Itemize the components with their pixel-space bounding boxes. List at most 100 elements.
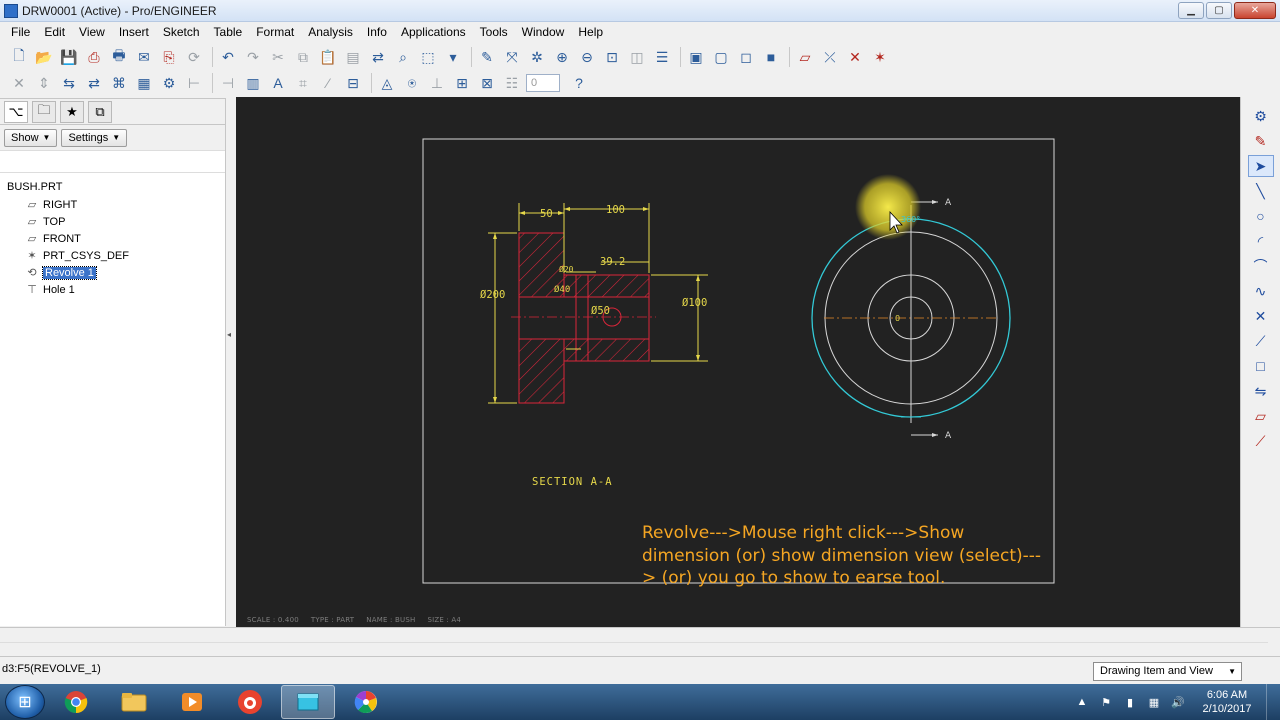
menu-help[interactable]: Help xyxy=(571,25,610,39)
find-icon[interactable]: ⌕ xyxy=(392,46,414,68)
view-number-field[interactable]: 0 xyxy=(526,74,560,92)
maximize-button[interactable]: ▢ xyxy=(1206,2,1232,19)
repaint-icon[interactable]: ✎ xyxy=(476,46,498,68)
datum-points-icon[interactable]: ✕ xyxy=(844,46,866,68)
undo-icon[interactable]: ↶ xyxy=(217,46,239,68)
table-insert-icon[interactable]: ⊞ xyxy=(451,72,473,94)
note-icon[interactable]: A xyxy=(267,72,289,94)
no-hidden-icon[interactable]: ◻ xyxy=(735,46,757,68)
point-tool-icon[interactable]: ✕ xyxy=(1248,305,1274,327)
menu-info[interactable]: Info xyxy=(360,25,394,39)
close-button[interactable]: ✕ xyxy=(1234,2,1276,19)
recorder-taskbar-icon[interactable] xyxy=(223,685,277,719)
datum-planes-icon[interactable]: ▱ xyxy=(794,46,816,68)
hidden-line-icon[interactable]: ▢ xyxy=(710,46,732,68)
side-view[interactable]: A A 0 xyxy=(811,198,1011,441)
new-icon[interactable]: 🗋 xyxy=(8,46,30,68)
section-view[interactable]: 50 100 39.2 Ø200 Ø100 Ø50 Ø40 Ø20 SECTIO… xyxy=(480,203,708,488)
media-player-taskbar-icon[interactable] xyxy=(165,685,219,719)
sketcher-settings-icon[interactable]: ⚙ xyxy=(1248,105,1274,127)
symbol-icon[interactable]: ⍟ xyxy=(401,72,423,94)
tree-item-revolve[interactable]: ⟲ Revolve 1 xyxy=(0,264,225,281)
table-icon[interactable]: ▦ xyxy=(133,72,155,94)
view-properties-icon[interactable]: ⊠ xyxy=(476,72,498,94)
taskbar-clock[interactable]: 6:06 AM 2/10/2017 xyxy=(1196,688,1258,716)
close-window-icon[interactable]: ✕ xyxy=(8,72,30,94)
tree-item-csys[interactable]: ✶ PRT_CSYS_DEF xyxy=(0,247,225,264)
paste-icon[interactable]: 📋 xyxy=(317,46,339,68)
spline-tool-icon[interactable]: ∿ xyxy=(1248,280,1274,302)
proe-taskbar-icon[interactable] xyxy=(281,685,335,719)
select-arrow-icon[interactable]: ➤ xyxy=(1247,155,1274,177)
tray-expand-icon[interactable]: ▲ xyxy=(1072,696,1092,708)
menu-sketch[interactable]: Sketch xyxy=(156,25,207,39)
dimension-icon[interactable]: ⊢ xyxy=(183,72,205,94)
menu-applications[interactable]: Applications xyxy=(394,25,473,39)
mirror-tool-icon[interactable]: ⇋ xyxy=(1248,380,1274,402)
zoom-in-icon[interactable]: ⊕ xyxy=(551,46,573,68)
show-annotations-icon[interactable]: ⚙ xyxy=(158,72,180,94)
panel-collapse-handle[interactable]: ◂ xyxy=(227,330,231,339)
datum-axes-icon[interactable]: ⤫ xyxy=(819,46,841,68)
trim-tool-icon[interactable]: ⟋ xyxy=(1248,430,1274,452)
network-icon[interactable]: ▦ xyxy=(1144,696,1164,709)
explorer-taskbar-icon[interactable] xyxy=(107,685,161,719)
wireframe-icon[interactable]: ▣ xyxy=(685,46,707,68)
show-menu-button[interactable]: Show ▼ xyxy=(4,128,58,147)
minimize-button[interactable]: ▁ xyxy=(1178,2,1204,19)
balloon-icon[interactable]: ⌗ xyxy=(292,72,314,94)
regenerate-icon[interactable]: ⟳ xyxy=(183,46,205,68)
zoom-out-icon[interactable]: ⊖ xyxy=(576,46,598,68)
gtol-icon[interactable]: ⊟ xyxy=(342,72,364,94)
save-icon[interactable]: 💾 xyxy=(58,46,80,68)
tree-root-part[interactable]: BUSH.PRT xyxy=(0,179,225,196)
swap-icon[interactable]: ⇄ xyxy=(83,72,105,94)
print-icon[interactable]: 🖶 xyxy=(108,46,130,68)
menu-table[interactable]: Table xyxy=(207,25,250,39)
tree-item-right[interactable]: ▱ RIGHT xyxy=(0,196,225,213)
tree-item-front[interactable]: ▱ FRONT xyxy=(0,230,225,247)
publish-icon[interactable]: ⎘ xyxy=(158,46,180,68)
chamfer-tool-icon[interactable]: ⟋ xyxy=(1248,330,1274,352)
export-pdf-icon[interactable]: ⎙ xyxy=(83,46,105,68)
circle-tool-icon[interactable]: ○ xyxy=(1248,205,1274,227)
ordinate-icon[interactable]: ⊣ xyxy=(217,72,239,94)
selection-box-icon[interactable]: ⬚ xyxy=(417,46,439,68)
paint-taskbar-icon[interactable] xyxy=(339,685,393,719)
redo-icon[interactable]: ↷ xyxy=(242,46,264,68)
context-help-icon[interactable]: ? xyxy=(568,72,590,94)
favorites-tab-icon[interactable]: ★ xyxy=(60,100,84,123)
csys-display-icon[interactable]: ✶ xyxy=(869,46,891,68)
show-desktop-button[interactable] xyxy=(1266,684,1280,720)
spin-center-icon[interactable]: ✲ xyxy=(526,46,548,68)
fillet-tool-icon[interactable]: ⌒ xyxy=(1248,255,1274,277)
drawing-canvas[interactable]: 50 100 39.2 Ø200 Ø100 Ø50 Ø40 Ø20 SECTIO… xyxy=(236,97,1240,627)
surface-finish-icon[interactable]: ⁄ xyxy=(317,72,339,94)
move-icon[interactable]: ⇆ xyxy=(58,72,80,94)
reorient-icon[interactable]: ◫ xyxy=(626,46,648,68)
chrome-taskbar-icon[interactable] xyxy=(49,685,103,719)
menu-window[interactable]: Window xyxy=(515,25,572,39)
sketch-tools-icon[interactable]: ✎ xyxy=(1248,130,1274,152)
refit-icon[interactable]: ⊡ xyxy=(601,46,623,68)
model-tree-icon[interactable]: ⌘ xyxy=(108,72,130,94)
open-icon[interactable]: 📂 xyxy=(33,46,55,68)
tree-item-top[interactable]: ▱ TOP xyxy=(0,213,225,230)
repeat-region-icon[interactable]: ☷ xyxy=(501,72,523,94)
align-icon[interactable]: ⇕ xyxy=(33,72,55,94)
settings-menu-button[interactable]: Settings ▼ xyxy=(61,128,128,147)
battery-icon[interactable]: ▮ xyxy=(1120,696,1140,709)
menu-edit[interactable]: Edit xyxy=(37,25,72,39)
menu-file[interactable]: File xyxy=(4,25,37,39)
shading-icon[interactable]: ■ xyxy=(760,46,782,68)
snap-line-icon[interactable]: ⊥ xyxy=(426,72,448,94)
line-tool-icon[interactable]: ╲ xyxy=(1248,180,1274,202)
menu-analysis[interactable]: Analysis xyxy=(301,25,360,39)
datum-target-icon[interactable]: ◬ xyxy=(376,72,398,94)
email-icon[interactable]: ✉ xyxy=(133,46,155,68)
orient-mode-icon[interactable]: ⤧ xyxy=(501,46,523,68)
paste-special-icon[interactable]: ▤ xyxy=(342,46,364,68)
selection-filter-select[interactable]: Drawing Item and View ▼ xyxy=(1093,662,1242,681)
menu-view[interactable]: View xyxy=(72,25,112,39)
offset-tool-icon[interactable]: ▱ xyxy=(1248,405,1274,427)
